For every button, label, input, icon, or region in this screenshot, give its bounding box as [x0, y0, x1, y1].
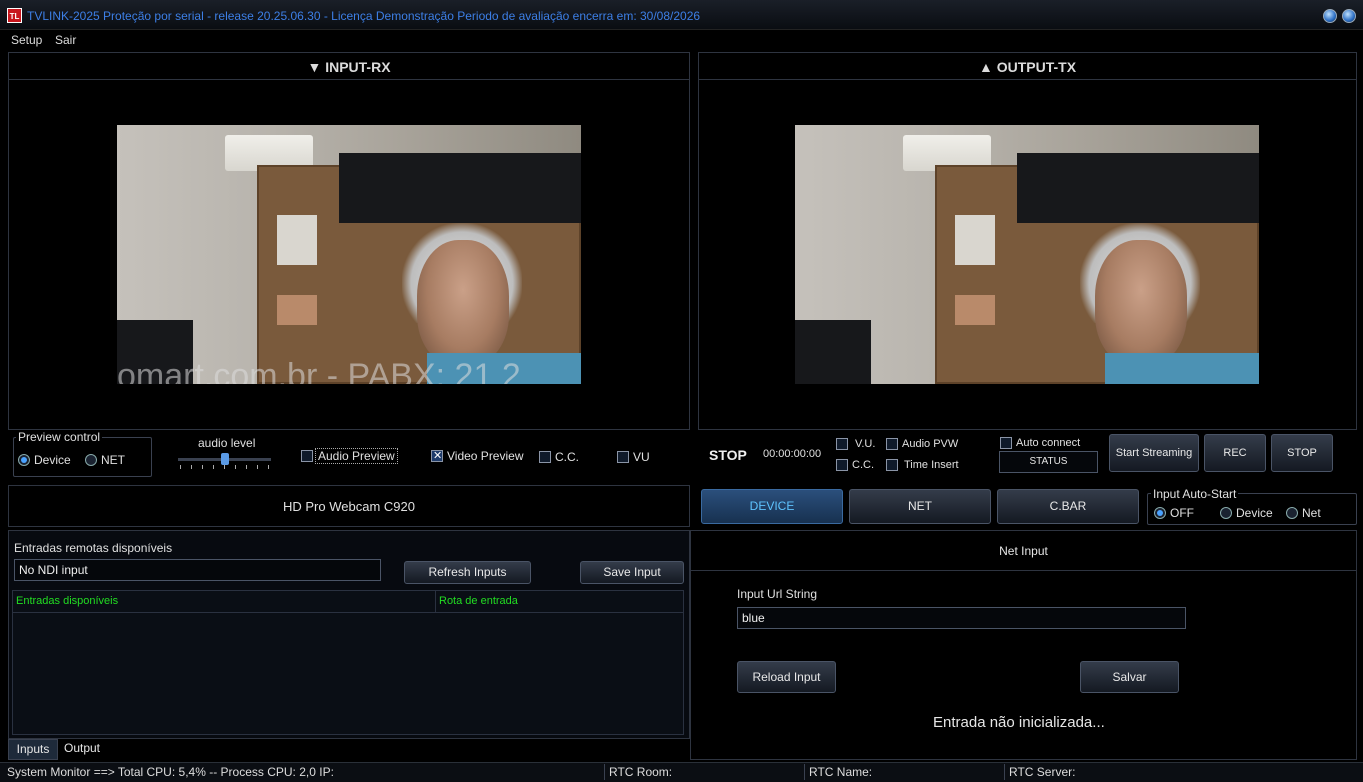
- audio-level-slider[interactable]: [178, 453, 271, 469]
- input-vu-label: VU: [633, 450, 650, 464]
- time-insert-checkbox[interactable]: [886, 459, 898, 471]
- divider: [698, 79, 1357, 80]
- window-title: TVLINK-2025 Proteção por serial - releas…: [27, 9, 701, 23]
- audio-pvw-label: Audio PVW: [902, 438, 959, 450]
- time-insert-label: Time Insert: [904, 459, 959, 471]
- app-logo-icon: TL: [7, 8, 22, 23]
- auto-start-off-label: OFF: [1170, 506, 1194, 520]
- start-streaming-button[interactable]: Start Streaming: [1109, 434, 1199, 472]
- rec-button[interactable]: REC: [1204, 434, 1266, 472]
- app-window: TL TVLINK-2025 Proteção por serial - rel…: [0, 0, 1363, 782]
- poster: [955, 215, 995, 265]
- preview-net-label: NET: [101, 453, 125, 467]
- col-header-route: Rota de entrada: [439, 595, 518, 607]
- device-name: HD Pro Webcam C920: [283, 499, 415, 514]
- tab-net[interactable]: NET: [849, 489, 991, 524]
- close-icon[interactable]: [1342, 9, 1356, 23]
- face: [417, 240, 509, 365]
- refresh-inputs-button[interactable]: Refresh Inputs: [404, 561, 531, 584]
- output-vu-checkbox[interactable]: [836, 438, 848, 450]
- auto-start-net-radio[interactable]: [1286, 507, 1298, 519]
- preview-device-radio[interactable]: [18, 454, 30, 466]
- status-divider: [1004, 764, 1005, 780]
- dark-cabinet: [339, 153, 581, 223]
- input-video-preview: omart.com.br - PABX: 21 2: [117, 125, 581, 384]
- output-cc-label: C.C.: [852, 459, 874, 471]
- ndi-input-field[interactable]: [14, 559, 381, 581]
- tab-output[interactable]: Output: [58, 739, 106, 760]
- divider: [8, 429, 690, 430]
- dark-cabinet: [1017, 153, 1259, 223]
- minimize-icon[interactable]: [1323, 9, 1337, 23]
- stop-button[interactable]: STOP: [1271, 434, 1333, 472]
- status-divider: [804, 764, 805, 780]
- photo-frame: [277, 295, 317, 325]
- tab-device[interactable]: DEVICE: [701, 489, 843, 524]
- preview-net-radio[interactable]: [85, 454, 97, 466]
- output-cc-checkbox[interactable]: [836, 459, 848, 471]
- net-input-title: Net Input: [999, 544, 1048, 558]
- status-divider: [604, 764, 605, 780]
- audio-preview-checkbox[interactable]: [301, 450, 313, 462]
- poster: [277, 215, 317, 265]
- face: [1095, 240, 1187, 365]
- menu-bar: [0, 30, 1363, 50]
- tab-cbar[interactable]: C.BAR: [997, 489, 1139, 524]
- auto-connect-label: Auto connect: [1016, 437, 1081, 449]
- status-box: STATUS: [999, 451, 1098, 473]
- preview-control-label: Preview control: [16, 430, 103, 444]
- auto-start-net-label: Net: [1302, 506, 1321, 520]
- slider-thumb[interactable]: [221, 453, 229, 465]
- office-phone: [795, 320, 871, 384]
- input-url-label: Input Url String: [737, 587, 818, 601]
- output-tx-header: ▲ OUTPUT-TX: [978, 59, 1077, 75]
- output-timer: 00:00:00:00: [763, 448, 822, 460]
- slider-ticks: [178, 465, 271, 470]
- photo-frame: [955, 295, 995, 325]
- rtc-server-text: RTC Server:: [1009, 765, 1076, 779]
- reload-input-button[interactable]: Reload Input: [737, 661, 836, 693]
- input-rx-header: ▼ INPUT-RX: [307, 59, 391, 75]
- auto-start-device-radio[interactable]: [1220, 507, 1232, 519]
- rtc-room-text: RTC Room:: [609, 765, 673, 779]
- auto-connect-checkbox[interactable]: [1000, 437, 1012, 449]
- video-watermark: omart.com.br - PABX: 21 2: [117, 357, 521, 384]
- input-vu-checkbox[interactable]: [617, 451, 629, 463]
- save-input-button[interactable]: Save Input: [580, 561, 684, 584]
- remote-inputs-label: Entradas remotas disponíveis: [14, 541, 173, 555]
- tab-inputs[interactable]: Inputs: [8, 739, 58, 760]
- audio-pvw-checkbox[interactable]: [886, 438, 898, 450]
- auto-start-device-label: Device: [1236, 506, 1273, 520]
- output-video-preview: [795, 125, 1259, 384]
- auto-start-label: Input Auto-Start: [1151, 487, 1239, 501]
- divider: [690, 570, 1357, 571]
- input-url-field[interactable]: [737, 607, 1186, 629]
- input-cc-checkbox[interactable]: [539, 451, 551, 463]
- menu-setup[interactable]: Setup: [11, 33, 42, 47]
- salvar-button[interactable]: Salvar: [1080, 661, 1179, 693]
- menu-sair[interactable]: Sair: [55, 33, 76, 47]
- divider: [698, 429, 1357, 430]
- net-input-status: Entrada não inicializada...: [933, 714, 1105, 731]
- video-preview-label: Video Preview: [447, 449, 524, 463]
- divider: [8, 79, 690, 80]
- input-cc-label: C.C.: [555, 450, 579, 464]
- system-monitor-text: System Monitor ==> Total CPU: 5,4% -- Pr…: [7, 765, 334, 779]
- auto-start-off-radio[interactable]: [1154, 507, 1166, 519]
- video-preview-checkbox[interactable]: [431, 449, 443, 462]
- inputs-table: Entradas disponíveis Rota de entrada: [12, 590, 684, 735]
- col-divider: [435, 591, 436, 613]
- audio-preview-label: Audio Preview: [315, 448, 398, 464]
- rtc-name-text: RTC Name:: [809, 765, 873, 779]
- output-vu-label: V.U.: [855, 438, 876, 450]
- audio-level-label: audio level: [198, 436, 256, 450]
- shirt: [1105, 353, 1259, 384]
- preview-device-label: Device: [34, 453, 71, 467]
- output-state: STOP: [709, 447, 747, 463]
- col-header-available: Entradas disponíveis: [16, 595, 119, 607]
